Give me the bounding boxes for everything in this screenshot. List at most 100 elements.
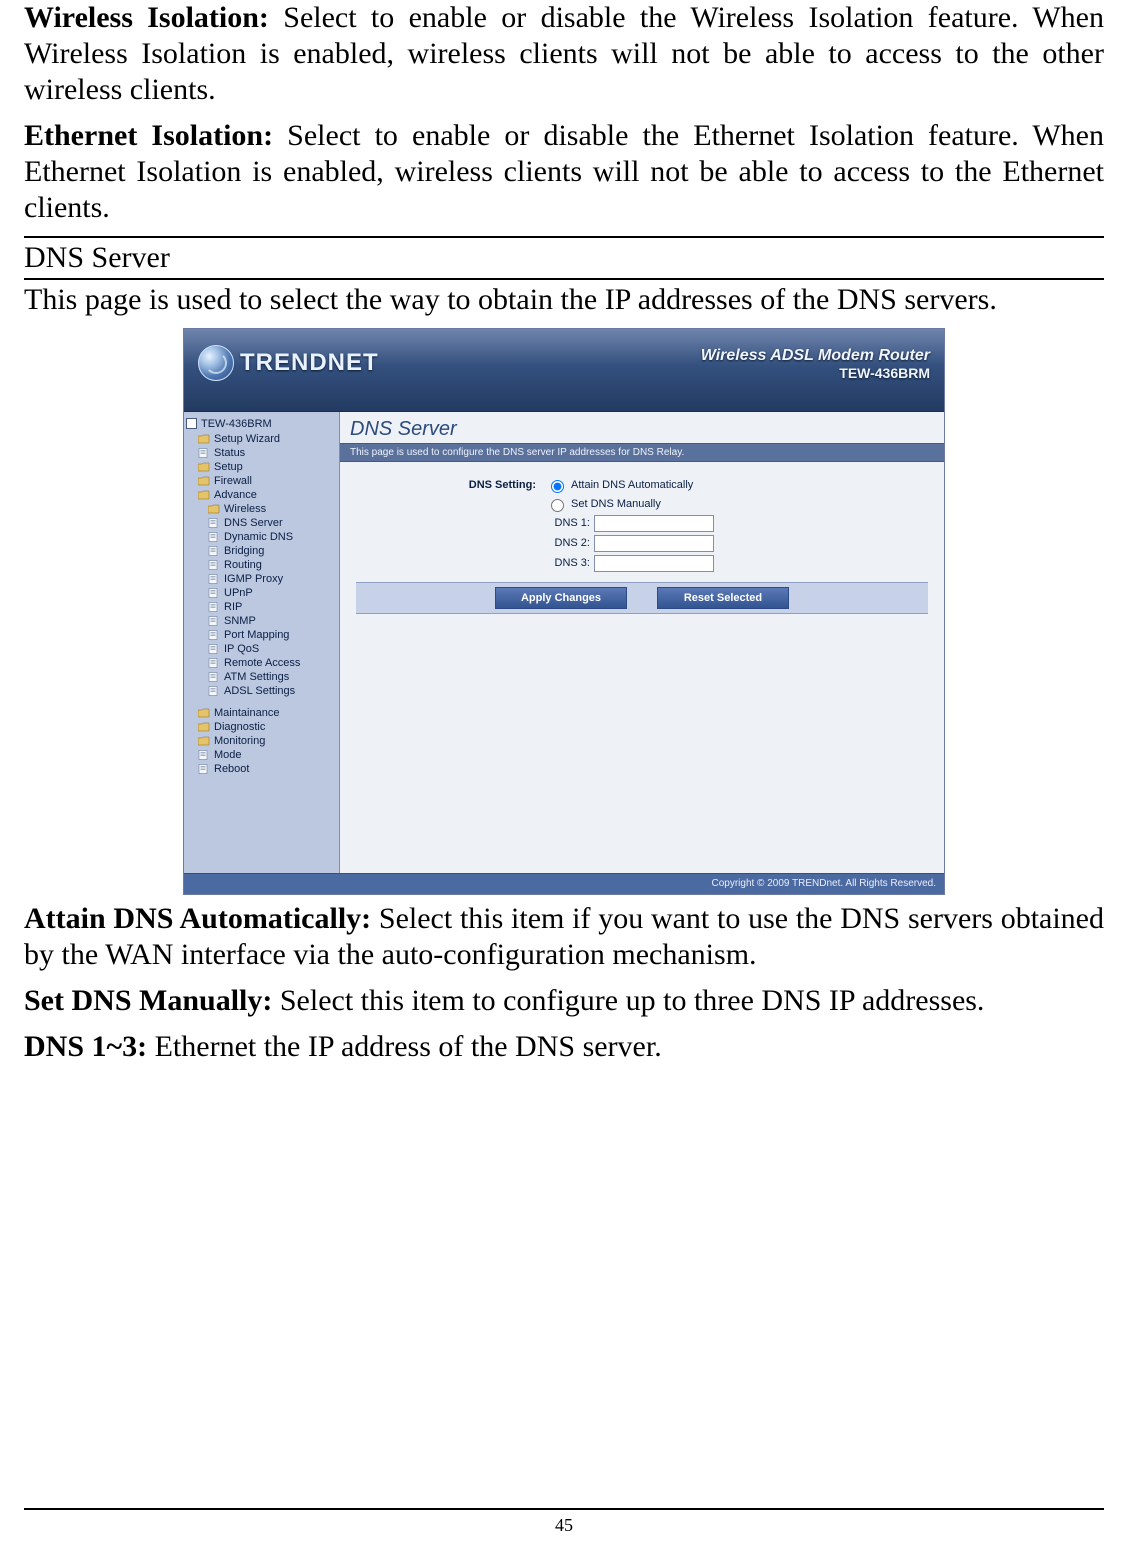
sidebar-item-label: Mode: [214, 749, 242, 761]
page-icon: [208, 532, 220, 542]
folder-icon: [198, 722, 210, 732]
sidebar-item-label: Setup Wizard: [214, 433, 280, 445]
router-header: TRENDNET Wireless ADSL Modem Router TEW-…: [184, 329, 944, 412]
body-set-dns: Select this item to configure up to thre…: [272, 984, 984, 1017]
page-icon: [208, 686, 220, 696]
page-icon: [208, 546, 220, 556]
page-icon: [208, 560, 220, 570]
radio-set-dns-manually-label: Set DNS Manually: [571, 498, 661, 510]
sidebar-item-mode[interactable]: Mode: [198, 748, 335, 762]
label-dns-1-3: DNS 1~3:: [24, 1030, 147, 1063]
label-ethernet-isolation: Ethernet Isolation:: [24, 119, 273, 152]
sidebar-item-label: Routing: [224, 559, 262, 571]
page-number: 45: [0, 1515, 1128, 1536]
page-footer-rule: [24, 1508, 1104, 1510]
sidebar-item-wireless[interactable]: Wireless: [208, 502, 335, 516]
section-heading-dns-server: DNS Server: [24, 236, 1104, 280]
radio-set-dns-manually[interactable]: [551, 499, 564, 512]
sidebar-item-reboot[interactable]: Reboot: [198, 762, 335, 776]
sidebar-item-dns-server[interactable]: DNS Server: [208, 516, 335, 530]
dns1-label: DNS 1:: [546, 517, 590, 529]
sidebar-root[interactable]: TEW-436BRM: [186, 418, 335, 430]
dns-form: DNS Setting: Attain DNS Automatically Se…: [340, 462, 944, 626]
folder-icon: [198, 434, 210, 444]
reset-selected-button[interactable]: Reset Selected: [657, 587, 789, 609]
radio-attain-dns[interactable]: [551, 480, 564, 493]
folder-icon: [198, 476, 210, 486]
sidebar-item-label: RIP: [224, 601, 242, 613]
header-right: Wireless ADSL Modem Router TEW-436BRM: [701, 347, 930, 381]
sidebar-item-label: SNMP: [224, 615, 256, 627]
folder-icon: [198, 490, 210, 500]
router-main: DNS Server This page is used to configur…: [340, 412, 944, 873]
page-icon: [198, 750, 210, 760]
sidebar-item-label: Reboot: [214, 763, 249, 775]
router-screenshot: TRENDNET Wireless ADSL Modem Router TEW-…: [24, 328, 1104, 895]
folder-icon: [198, 708, 210, 718]
sidebar-item-label: Remote Access: [224, 657, 300, 669]
dns3-label: DNS 3:: [546, 557, 590, 569]
sidebar-item-rip[interactable]: RIP: [208, 600, 335, 614]
sidebar-item-setup-wizard[interactable]: Setup Wizard: [198, 432, 335, 446]
sidebar-item-atm-settings[interactable]: ATM Settings: [208, 670, 335, 684]
sidebar-item-routing[interactable]: Routing: [208, 558, 335, 572]
label-set-dns: Set DNS Manually:: [24, 984, 272, 1017]
sidebar-item-advance[interactable]: Advance: [198, 488, 335, 502]
router-window: TRENDNET Wireless ADSL Modem Router TEW-…: [183, 328, 945, 895]
radio-attain-dns-label: Attain DNS Automatically: [571, 479, 693, 491]
logo-icon: [198, 345, 234, 381]
para-set-dns: Set DNS Manually: Select this item to co…: [24, 983, 1104, 1019]
sidebar-item-bridging[interactable]: Bridging: [208, 544, 335, 558]
sidebar-item-label: Monitoring: [214, 735, 265, 747]
router-sidebar: TEW-436BRM Setup Wizard Status Setup Firewa…: [184, 412, 340, 873]
folder-icon: [198, 736, 210, 746]
sidebar-item-monitoring[interactable]: Monitoring: [198, 734, 335, 748]
dns3-input[interactable]: [594, 555, 714, 572]
sidebar-item-label: UPnP: [224, 587, 253, 599]
dns2-input[interactable]: [594, 535, 714, 552]
sidebar-item-upnp[interactable]: UPnP: [208, 586, 335, 600]
dns-setting-label: DNS Setting:: [356, 479, 546, 491]
panel-desc: This page is used to configure the DNS s…: [340, 443, 944, 462]
para-ethernet-isolation: Ethernet Isolation: Select to enable or …: [24, 118, 1104, 226]
sidebar-item-label: Firewall: [214, 475, 252, 487]
sidebar-item-adsl-settings[interactable]: ADSL Settings: [208, 684, 335, 698]
header-model-line: TEW-436BRM: [701, 365, 930, 381]
apply-changes-button[interactable]: Apply Changes: [495, 587, 627, 609]
page-icon: [198, 448, 210, 458]
sidebar-item-remote-access[interactable]: Remote Access: [208, 656, 335, 670]
sidebar-item-label: Port Mapping: [224, 629, 289, 641]
sidebar-item-dynamic-dns[interactable]: Dynamic DNS: [208, 530, 335, 544]
sidebar-item-firewall[interactable]: Firewall: [198, 474, 335, 488]
page-icon: [208, 616, 220, 626]
page-icon: [208, 574, 220, 584]
sidebar-item-ip-qos[interactable]: IP QoS: [208, 642, 335, 656]
sidebar-item-setup[interactable]: Setup: [198, 460, 335, 474]
sidebar-item-label: Wireless: [224, 503, 266, 515]
body-dns-1-3: Ethernet the IP address of the DNS serve…: [147, 1030, 662, 1063]
folder-icon: [198, 462, 210, 472]
sidebar-item-label: DNS Server: [224, 517, 283, 529]
sidebar-item-label: IGMP Proxy: [224, 573, 283, 585]
router-logo: TRENDNET: [198, 345, 379, 381]
page-icon: [208, 658, 220, 668]
dns1-input[interactable]: [594, 515, 714, 532]
sidebar-item-label: ATM Settings: [224, 671, 289, 683]
dns2-label: DNS 2:: [546, 537, 590, 549]
page-icon: [208, 630, 220, 640]
sidebar-root-label: TEW-436BRM: [201, 418, 272, 430]
sidebar-item-maintainance[interactable]: Maintainance: [198, 706, 335, 720]
sidebar-item-label: Setup: [214, 461, 243, 473]
brand-text: TRENDNET: [240, 349, 379, 377]
page-icon: [198, 764, 210, 774]
sidebar-item-igmp-proxy[interactable]: IGMP Proxy: [208, 572, 335, 586]
page-icon: [208, 602, 220, 612]
sidebar-item-status[interactable]: Status: [198, 446, 335, 460]
para-attain-dns: Attain DNS Automatically: Select this it…: [24, 901, 1104, 973]
sidebar-item-label: Status: [214, 447, 245, 459]
header-product-line: Wireless ADSL Modem Router: [701, 347, 930, 365]
sidebar-item-diagnostic[interactable]: Diagnostic: [198, 720, 335, 734]
page-icon: [208, 644, 220, 654]
sidebar-item-snmp[interactable]: SNMP: [208, 614, 335, 628]
sidebar-item-port-mapping[interactable]: Port Mapping: [208, 628, 335, 642]
